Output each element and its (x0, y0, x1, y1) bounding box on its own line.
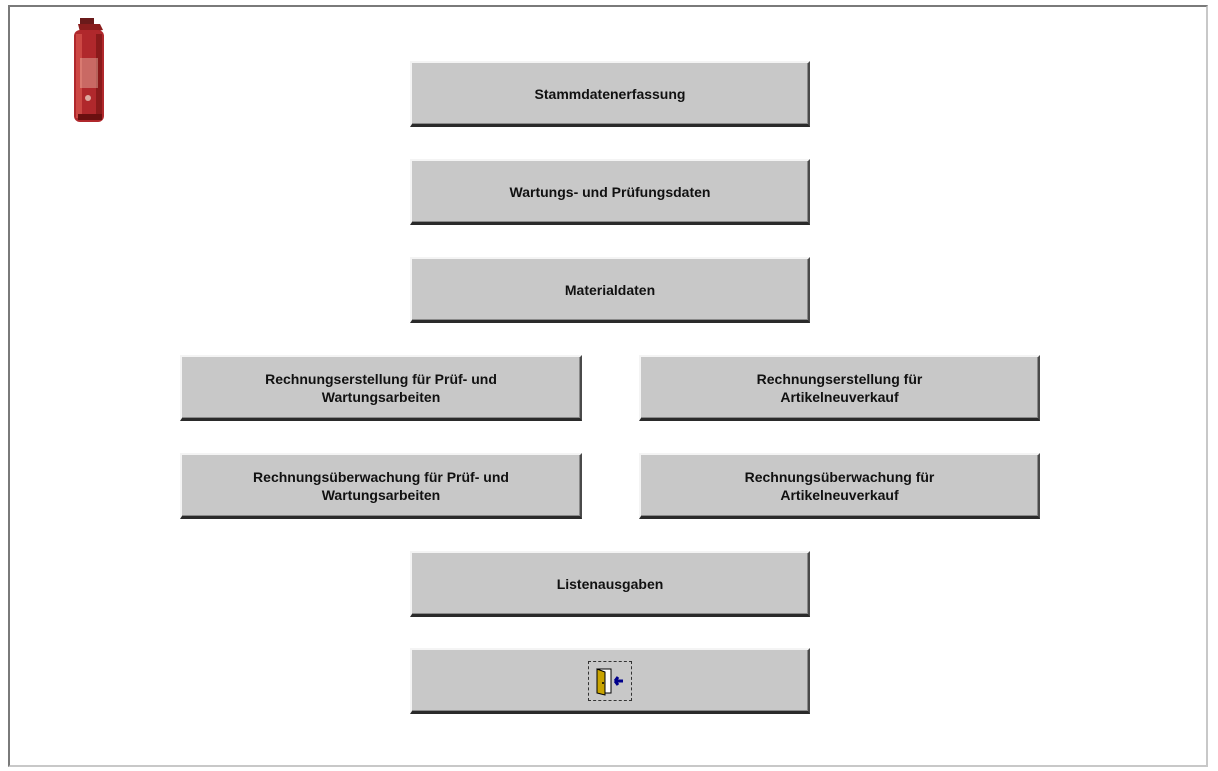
rechnungsueberwachung-pruef-wartung-button[interactable]: Rechnungsüberwachung für Prüf- und Wartu… (180, 453, 582, 519)
fire-extinguisher-icon (74, 18, 104, 122)
exit-door-icon (596, 667, 623, 696)
rechnungserstellung-pruef-wartung-button[interactable]: Rechnungserstellung für Prüf- und Wartun… (180, 355, 582, 421)
rechnungserstellung-artikel-button[interactable]: Rechnungserstellung für Artikelneuverkau… (639, 355, 1040, 421)
materialdaten-button[interactable]: Materialdaten (410, 257, 810, 323)
focus-rectangle (588, 660, 632, 701)
listenausgaben-button[interactable]: Listenausgaben (410, 551, 810, 617)
stammdatenerfassung-button[interactable]: Stammdatenerfassung (410, 61, 810, 127)
exit-button[interactable] (410, 648, 810, 714)
wartungs-pruefungsdaten-button[interactable]: Wartungs- und Prüfungsdaten (410, 159, 810, 225)
rechnungsueberwachung-artikel-button[interactable]: Rechnungsüberwachung für Artikelneuverka… (639, 453, 1040, 519)
